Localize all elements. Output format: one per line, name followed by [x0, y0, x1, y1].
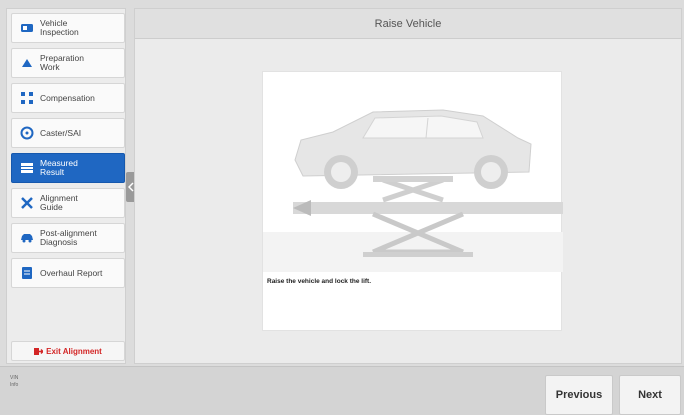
- exit-alignment-button[interactable]: Exit Alignment: [11, 341, 125, 361]
- previous-button[interactable]: Previous: [545, 375, 613, 415]
- preparation-icon: [20, 56, 34, 70]
- sidebar-item-label: Compensation: [40, 92, 95, 103]
- next-button[interactable]: Next: [619, 375, 681, 415]
- compensation-icon: [20, 91, 34, 105]
- sidebar-item-label: Caster/SAI: [40, 127, 82, 138]
- sidebar-item-overhaul-report[interactable]: Overhaul Report: [11, 258, 125, 288]
- sidebar-item-label: Alignment Guide: [40, 193, 78, 212]
- page-title: Raise Vehicle: [135, 9, 681, 39]
- sidebar-item-preparation-work[interactable]: Preparation Work: [11, 48, 125, 78]
- info-label: Info: [10, 382, 19, 388]
- sidebar-item-label: Vehicle Inspection: [40, 18, 79, 37]
- vehicle-inspection-icon: [20, 21, 34, 35]
- app-frame: Vehicle Inspection Preparation Work Comp…: [0, 0, 684, 415]
- vin-label: VIN: [10, 375, 19, 381]
- measured-result-icon: [20, 161, 34, 175]
- main-panel: Raise Vehicle Raise the vehicle and lock…: [134, 8, 682, 364]
- vin-info-block: VIN Info: [10, 375, 18, 389]
- instruction-card: Raise the vehicle and lock the lift.: [262, 71, 563, 331]
- tools-icon: [20, 196, 34, 210]
- footer-bar: VIN Info Previous Next: [0, 366, 684, 415]
- steering-wheel-icon: [20, 126, 34, 140]
- exit-icon: [34, 347, 44, 356]
- sidebar-item-alignment-guide[interactable]: Alignment Guide: [11, 188, 125, 218]
- car-icon: [20, 231, 34, 245]
- sidebar-item-label: Overhaul Report: [40, 267, 103, 278]
- sidebar-item-vehicle-inspection[interactable]: Vehicle Inspection: [11, 13, 125, 43]
- instruction-text: Raise the vehicle and lock the lift.: [267, 278, 372, 285]
- sidebar-item-post-alignment-diagnosis[interactable]: Post-alignment Diagnosis: [11, 223, 125, 253]
- report-icon: [20, 266, 34, 280]
- vehicle-lift-illustration: [263, 109, 563, 272]
- sidebar-item-caster-sai[interactable]: Caster/SAI: [11, 118, 125, 148]
- sidebar-item-measured-result[interactable]: Measured Result: [11, 153, 125, 183]
- sidebar-item-compensation[interactable]: Compensation: [11, 83, 125, 113]
- sidebar-item-label: Measured Result: [40, 158, 78, 177]
- exit-alignment-label: Exit Alignment: [46, 346, 102, 356]
- sidebar-item-label: Preparation Work: [40, 53, 84, 72]
- sidebar: Vehicle Inspection Preparation Work Comp…: [6, 8, 126, 364]
- sidebar-item-label: Post-alignment Diagnosis: [40, 228, 97, 247]
